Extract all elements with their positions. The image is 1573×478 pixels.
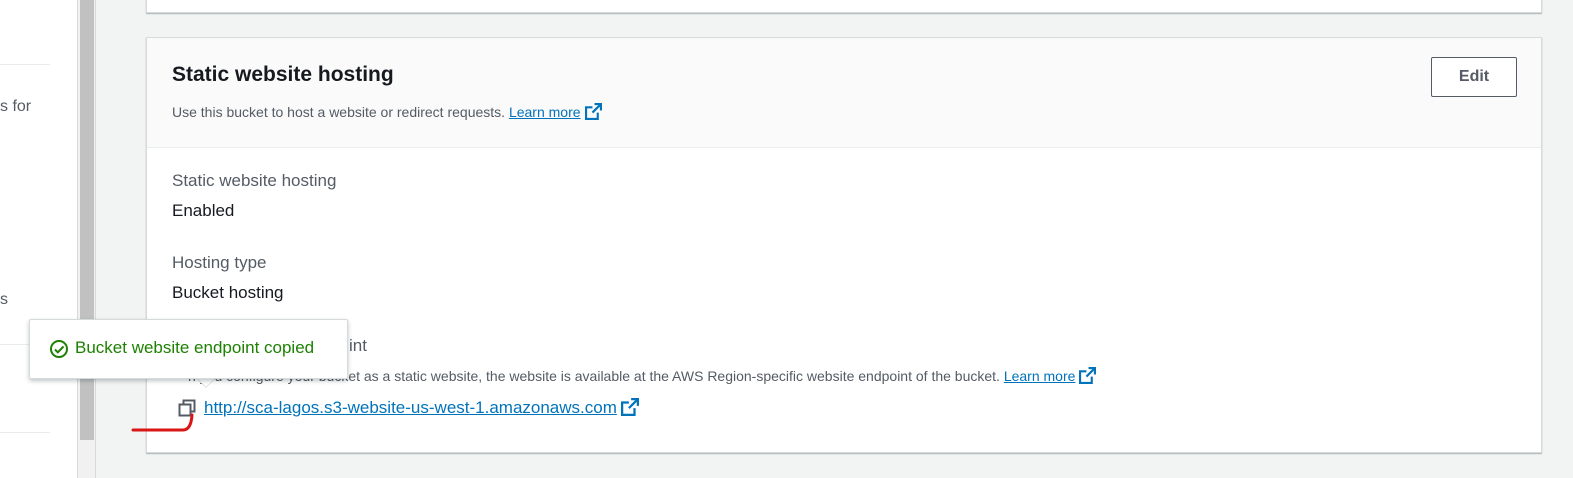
sidebar-item-text[interactable]: s (0, 291, 8, 309)
previous-panel (146, 0, 1542, 13)
annotation-underline (131, 413, 194, 432)
endpoint-learn-more-label: Learn more (1003, 368, 1076, 384)
external-link-icon (584, 103, 602, 120)
field-value-hosting-type: Bucket hosting (172, 283, 284, 302)
copied-toast: Bucket website endpoint copied (29, 319, 348, 379)
panel-description-text: Use this bucket to host a website or red… (172, 104, 506, 120)
edit-button[interactable]: Edit (1431, 57, 1517, 97)
field-label-hosting-type: Hosting type (172, 253, 267, 272)
field-label-hosting: Static website hosting (172, 171, 337, 190)
check-circle-icon (50, 340, 68, 358)
bucket-website-endpoint-link[interactable]: http://sca-lagos.s3-website-us-west-1.am… (204, 398, 639, 418)
panel-description: Use this bucket to host a website or red… (172, 103, 602, 120)
external-link-icon (620, 398, 639, 416)
external-link-icon (1079, 367, 1097, 384)
static-website-hosting-panel: Static website hosting Use this bucket t… (146, 37, 1542, 453)
field-label-endpoint: int (349, 336, 367, 355)
learn-more-label: Learn more (508, 104, 581, 120)
toast-message: Bucket website endpoint copied (75, 338, 315, 357)
field-value-hosting: Enabled (172, 201, 235, 220)
panel-title: Static website hosting (172, 63, 394, 86)
panel-header: Static website hosting Use this bucket t… (147, 38, 1541, 148)
sidebar-divider (0, 64, 50, 65)
learn-more-link[interactable]: Learn more (508, 103, 602, 120)
sidebar-divider (0, 432, 50, 433)
endpoint-url: http://sca-lagos.s3-website-us-west-1.am… (204, 398, 617, 417)
sidebar: s for s (0, 0, 78, 478)
endpoint-learn-more-link[interactable]: Learn more (1003, 367, 1097, 384)
sidebar-item-text[interactable]: s for (0, 98, 31, 116)
